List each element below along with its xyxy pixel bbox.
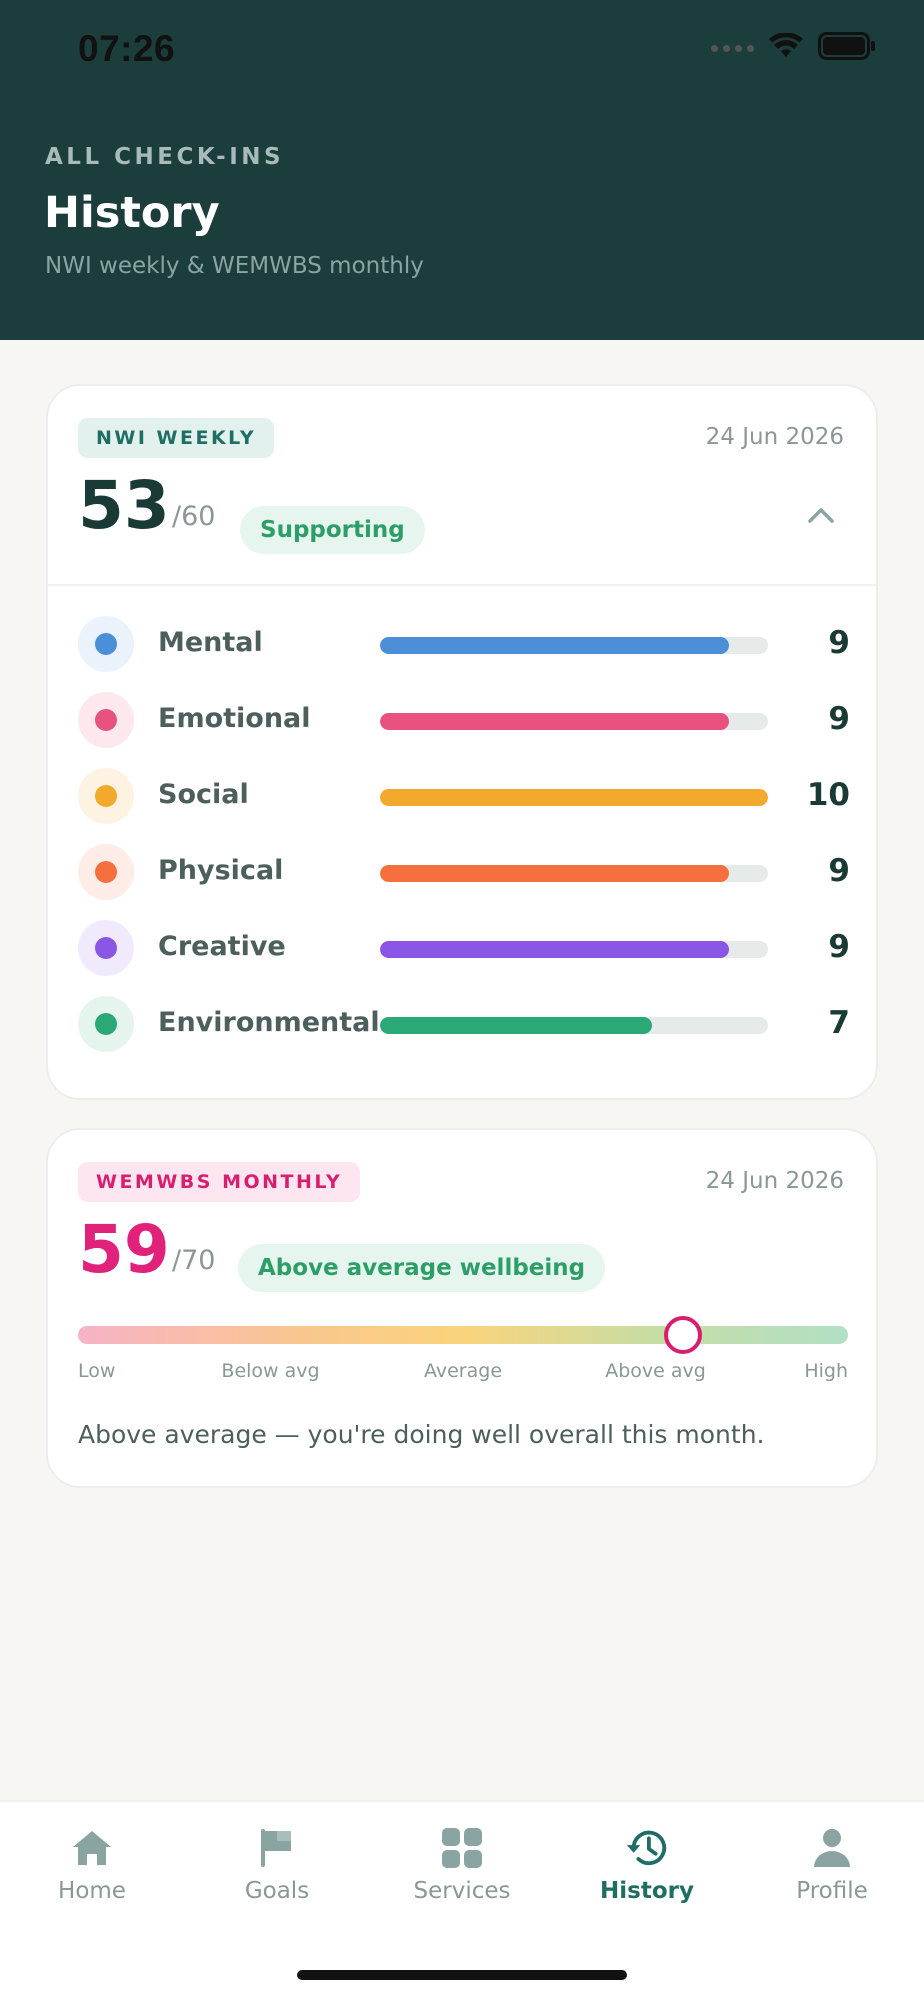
flag-icon xyxy=(255,1826,299,1870)
gauge-marker xyxy=(664,1316,703,1354)
nav-home[interactable]: Home xyxy=(12,1826,172,1916)
gauge-label: High xyxy=(804,1360,848,1382)
dimension-value: 9 xyxy=(828,853,850,889)
gauge-label: Average xyxy=(423,1360,503,1382)
dimension-dot-icon xyxy=(78,692,134,748)
page-eyebrow: ALL CHECK-INS xyxy=(45,144,285,170)
nav-services[interactable]: Services xyxy=(382,1826,542,1916)
dimension-bar xyxy=(380,941,768,958)
cellular-signal-icon xyxy=(711,44,754,52)
dimension-label: Environmental xyxy=(158,1007,380,1038)
home-indicator xyxy=(297,1970,627,1980)
history-screen: 07:26 ALL CHECK-INS History NWI weekly &… xyxy=(0,0,924,2000)
dimension-dot-icon xyxy=(78,616,134,672)
wemwbs-tag: WEMWBS MONTHLY xyxy=(78,1162,361,1202)
dimension-bar xyxy=(380,789,768,806)
dimension-row: Social 10 xyxy=(78,766,850,826)
nwi-weekly-card[interactable]: NWI WEEKLY 24 Jun 2026 53 /60 Supporting… xyxy=(46,384,878,1100)
wemwbs-summary: Above average — you're doing well overal… xyxy=(78,1420,765,1449)
gauge-label: Below avg xyxy=(221,1360,320,1382)
dimension-row: Creative 9 xyxy=(78,918,850,978)
dot xyxy=(95,785,117,807)
dimension-value: 9 xyxy=(828,625,850,661)
dimension-row: Physical 9 xyxy=(78,842,850,902)
status-time: 07:26 xyxy=(78,28,176,69)
wifi-icon xyxy=(768,32,804,63)
dimension-dot-icon xyxy=(78,920,134,976)
dimension-label: Creative xyxy=(158,931,286,962)
grid-icon xyxy=(440,1826,484,1870)
dimension-bar-fill xyxy=(380,637,730,654)
card-divider xyxy=(48,584,876,586)
wemwbs-score: 59 xyxy=(78,1211,170,1288)
dimension-bar xyxy=(380,1017,768,1034)
dot xyxy=(95,937,117,959)
nav-profile-label: Profile xyxy=(796,1878,868,1904)
dot xyxy=(95,633,117,655)
dimension-bar xyxy=(380,713,768,730)
dimension-dot-icon xyxy=(78,844,134,900)
dimension-value: 7 xyxy=(828,1005,850,1041)
nav-profile[interactable]: Profile xyxy=(752,1826,912,1916)
gauge-label: Low xyxy=(78,1360,116,1382)
dimension-bar-fill xyxy=(380,1017,652,1034)
nav-goals[interactable]: Goals xyxy=(197,1826,357,1916)
nwi-date: 24 Jun 2026 xyxy=(705,424,844,450)
dimension-bar xyxy=(380,865,768,882)
wemwbs-monthly-card[interactable]: WEMWBS MONTHLY 24 Jun 2026 59 /70 Above … xyxy=(46,1128,878,1488)
dimension-bar-fill xyxy=(380,789,768,806)
dimension-value: 9 xyxy=(828,929,850,965)
history-icon xyxy=(625,1826,669,1870)
dimension-label: Social xyxy=(158,779,249,810)
dimension-label: Physical xyxy=(158,855,284,886)
dimension-row: Emotional 9 xyxy=(78,690,850,750)
dimension-dot-icon xyxy=(78,768,134,824)
wemwbs-score-max: /70 xyxy=(172,1245,216,1276)
nav-goals-label: Goals xyxy=(244,1878,310,1904)
page-subtitle: NWI weekly & WEMWBS monthly xyxy=(45,253,424,279)
gauge-label: Above avg xyxy=(605,1360,706,1382)
battery-icon xyxy=(818,32,876,64)
nwi-score: 53 xyxy=(78,467,170,544)
page-header: 07:26 ALL CHECK-INS History NWI weekly &… xyxy=(0,0,924,340)
dimension-bar xyxy=(380,637,768,654)
home-icon xyxy=(70,1826,114,1870)
dimension-row: Mental 9 xyxy=(78,614,850,674)
nwi-status-badge: Supporting xyxy=(240,506,425,554)
chevron-up-icon[interactable] xyxy=(804,498,838,532)
person-icon xyxy=(810,1826,854,1870)
nwi-tag: NWI WEEKLY xyxy=(78,418,275,458)
nav-history-label: History xyxy=(600,1878,694,1904)
dot xyxy=(95,709,117,731)
dimension-dot-icon xyxy=(78,996,134,1052)
dimension-value: 10 xyxy=(806,777,850,813)
gauge-labels: Low Below avg Average Above avg High xyxy=(78,1360,848,1390)
wemwbs-date: 24 Jun 2026 xyxy=(705,1168,844,1194)
wellbeing-gauge xyxy=(78,1326,848,1344)
status-icons xyxy=(711,32,876,64)
dimension-bar-fill xyxy=(380,713,730,730)
dimension-bar-fill xyxy=(380,941,730,958)
nav-history[interactable]: History xyxy=(567,1826,727,1916)
nav-home-label: Home xyxy=(58,1878,126,1904)
dimension-value: 9 xyxy=(828,701,850,737)
dimension-bar-fill xyxy=(380,865,730,882)
dot xyxy=(95,861,117,883)
wemwbs-status-badge: Above average wellbeing xyxy=(238,1244,606,1292)
dot xyxy=(95,1013,117,1035)
dimension-row: Environmental 7 xyxy=(78,994,850,1054)
nwi-score-max: /60 xyxy=(172,501,216,532)
nav-services-label: Services xyxy=(413,1878,511,1904)
dimension-label: Mental xyxy=(158,627,263,658)
page-title: History xyxy=(44,188,220,238)
dimension-label: Emotional xyxy=(158,703,311,734)
